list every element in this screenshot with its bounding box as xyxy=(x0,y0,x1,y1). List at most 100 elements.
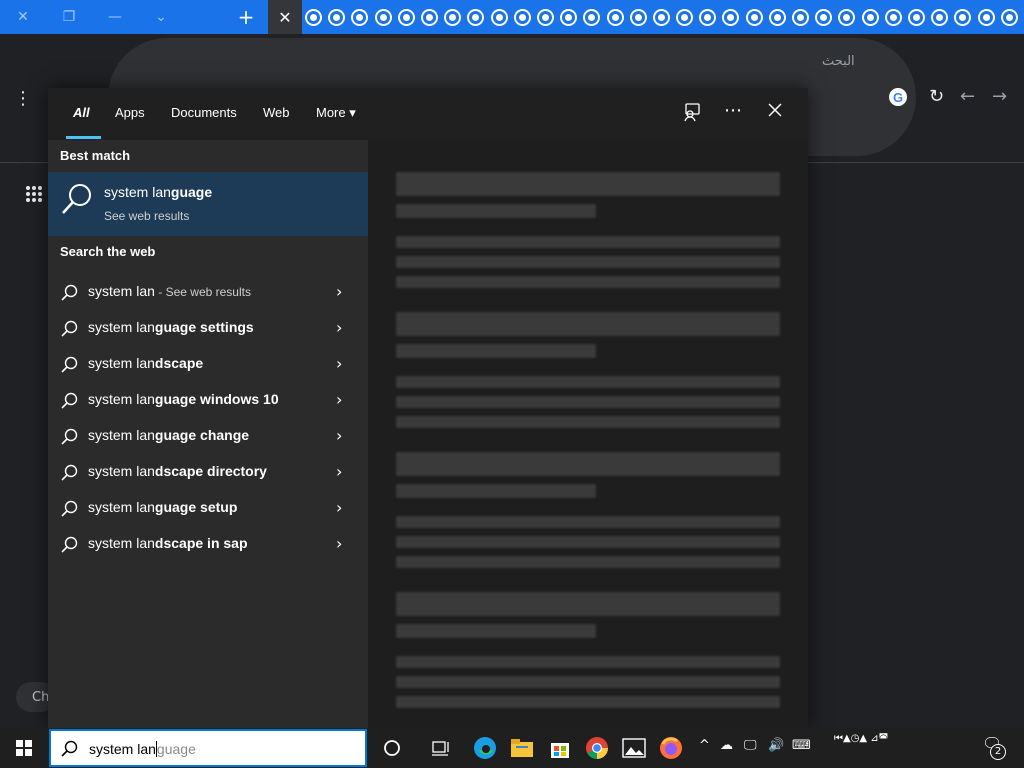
pinned-tab-chrome-icon[interactable] xyxy=(511,0,534,34)
web-result-row[interactable]: system landscape directory › xyxy=(48,454,368,490)
tab-more[interactable]: More ▾ xyxy=(316,105,356,121)
search-input[interactable]: system language xyxy=(89,741,196,757)
reload-icon[interactable]: ↻ xyxy=(929,86,944,107)
pinned-tab-chrome-icon[interactable] xyxy=(789,0,812,34)
pinned-tab-chrome-icon[interactable] xyxy=(395,0,418,34)
cortana-icon[interactable] xyxy=(376,732,408,764)
pinned-tab-chrome-icon[interactable] xyxy=(859,0,882,34)
tab-apps[interactable]: Apps xyxy=(115,105,145,120)
best-match-title: system language xyxy=(104,184,212,200)
search-icon xyxy=(61,284,78,301)
tab-all[interactable]: All xyxy=(73,105,90,120)
chevron-right-icon[interactable]: › xyxy=(336,390,342,409)
chevron-right-icon[interactable]: › xyxy=(336,282,342,301)
photos-icon[interactable] xyxy=(618,732,650,764)
window-minimize-icon[interactable]: — xyxy=(92,0,138,34)
pinned-tab-chrome-icon[interactable] xyxy=(673,0,696,34)
tab-documents[interactable]: Documents xyxy=(171,105,237,120)
tab-search-chevron-icon[interactable]: ⌄ xyxy=(138,0,184,34)
best-match-title-prefix: system lan xyxy=(104,184,171,200)
pinned-tab-chrome-icon[interactable] xyxy=(441,0,464,34)
pinned-tab-chrome-icon[interactable] xyxy=(766,0,789,34)
pinned-tab-chrome-icon[interactable] xyxy=(928,0,951,34)
chevron-right-icon[interactable]: › xyxy=(336,426,342,445)
best-match-item[interactable]: system language See web results xyxy=(48,172,368,236)
new-tab-button[interactable]: + xyxy=(232,4,260,30)
web-result-bold: dscape directory xyxy=(154,463,267,479)
pinned-tab-chrome-icon[interactable] xyxy=(488,0,511,34)
pinned-tab-chrome-icon[interactable] xyxy=(650,0,673,34)
pinned-tab-chrome-icon[interactable] xyxy=(534,0,557,34)
pinned-tab-chrome-icon[interactable] xyxy=(603,0,626,34)
pinned-tab-chrome-icon[interactable] xyxy=(627,0,650,34)
pinned-tab-chrome-icon[interactable] xyxy=(464,0,487,34)
google-icon[interactable]: G xyxy=(889,88,907,106)
pinned-tab-chrome-icon[interactable] xyxy=(418,0,441,34)
back-arrow-icon[interactable]: ← xyxy=(960,86,975,107)
window-restore-icon[interactable]: ❐ xyxy=(46,0,92,34)
pinned-tab-chrome-icon[interactable] xyxy=(696,0,719,34)
store-icon[interactable] xyxy=(544,732,576,764)
search-typed-text: system lan xyxy=(89,741,156,757)
web-result-prefix: system lan xyxy=(88,355,155,371)
firefox-icon[interactable] xyxy=(655,732,687,764)
pinned-tab-chrome-icon[interactable] xyxy=(325,0,348,34)
chrome-icon[interactable] xyxy=(581,732,613,764)
edge-icon[interactable] xyxy=(469,732,501,764)
pinned-tab-chrome-icon[interactable] xyxy=(557,0,580,34)
pinned-tab-chrome-icon[interactable] xyxy=(580,0,603,34)
network-icon[interactable]: 🖵 xyxy=(744,738,757,753)
close-icon[interactable] xyxy=(767,102,783,123)
taskbar-search-box[interactable]: system language xyxy=(49,729,367,767)
volume-icon[interactable]: 🔊 xyxy=(768,738,784,753)
notification-count: 2 xyxy=(990,744,1006,760)
start-button[interactable] xyxy=(0,728,48,768)
web-result-row[interactable]: system language settings › xyxy=(48,310,368,346)
chevron-right-icon[interactable]: › xyxy=(336,498,342,517)
file-explorer-icon[interactable] xyxy=(506,732,538,764)
pinned-tab-chrome-icon[interactable] xyxy=(905,0,928,34)
web-result-row[interactable]: system language setup › xyxy=(48,490,368,526)
pinned-tab-chrome-icon[interactable] xyxy=(998,0,1021,34)
pinned-tab-chrome-icon[interactable] xyxy=(812,0,835,34)
pinned-tab-chrome-icon[interactable] xyxy=(743,0,766,34)
chevron-right-icon[interactable]: › xyxy=(336,462,342,481)
tray-chevron-up-icon[interactable]: ^ xyxy=(699,738,710,753)
search-icon xyxy=(61,356,78,373)
web-result-row[interactable]: system landscape in sap › xyxy=(48,526,368,562)
onedrive-icon[interactable]: ☁ xyxy=(720,738,733,753)
web-result-label: system language setup xyxy=(88,499,237,515)
web-result-row[interactable]: system language windows 10 › xyxy=(48,382,368,418)
window-close-icon[interactable]: ✕ xyxy=(0,0,46,34)
search-web-heading: Search the web xyxy=(60,244,156,259)
web-result-prefix: system lan xyxy=(88,283,155,299)
pinned-tab-chrome-icon[interactable] xyxy=(372,0,395,34)
web-result-row[interactable]: system lan - See web results › xyxy=(48,274,368,310)
pinned-tab-chrome-icon[interactable] xyxy=(348,0,371,34)
apps-grid-icon[interactable] xyxy=(26,186,42,202)
forward-arrow-icon[interactable]: → xyxy=(992,86,1007,107)
web-result-prefix: system lan xyxy=(88,463,155,479)
input-indicator[interactable]: ⏮▲◷▲ ⊿◚ xyxy=(834,732,964,746)
pinned-tab-chrome-icon[interactable] xyxy=(974,0,997,34)
tab-web[interactable]: Web xyxy=(263,105,290,120)
task-view-icon[interactable] xyxy=(424,732,456,764)
preview-placeholder xyxy=(396,556,780,568)
web-result-row[interactable]: system landscape › xyxy=(48,346,368,382)
menu-dots-icon[interactable]: ⋮ xyxy=(14,88,32,109)
preview-placeholder xyxy=(396,396,780,408)
pinned-tab-chrome-icon[interactable] xyxy=(882,0,905,34)
active-tab-close-button[interactable]: ✕ xyxy=(268,0,302,34)
pinned-tab-chrome-icon[interactable] xyxy=(719,0,742,34)
more-options-icon[interactable]: ⋯ xyxy=(724,100,742,121)
pinned-tab-chrome-icon[interactable] xyxy=(951,0,974,34)
pinned-tab-chrome-icon[interactable] xyxy=(835,0,858,34)
web-result-row[interactable]: system language change › xyxy=(48,418,368,454)
search-icon xyxy=(61,320,78,337)
keyboard-icon[interactable]: ⌨ xyxy=(792,738,811,753)
chevron-right-icon[interactable]: › xyxy=(336,354,342,373)
chevron-right-icon[interactable]: › xyxy=(336,318,342,337)
chevron-right-icon[interactable]: › xyxy=(336,534,342,553)
feedback-icon[interactable] xyxy=(682,102,702,127)
pinned-tab-chrome-icon[interactable] xyxy=(302,0,325,34)
